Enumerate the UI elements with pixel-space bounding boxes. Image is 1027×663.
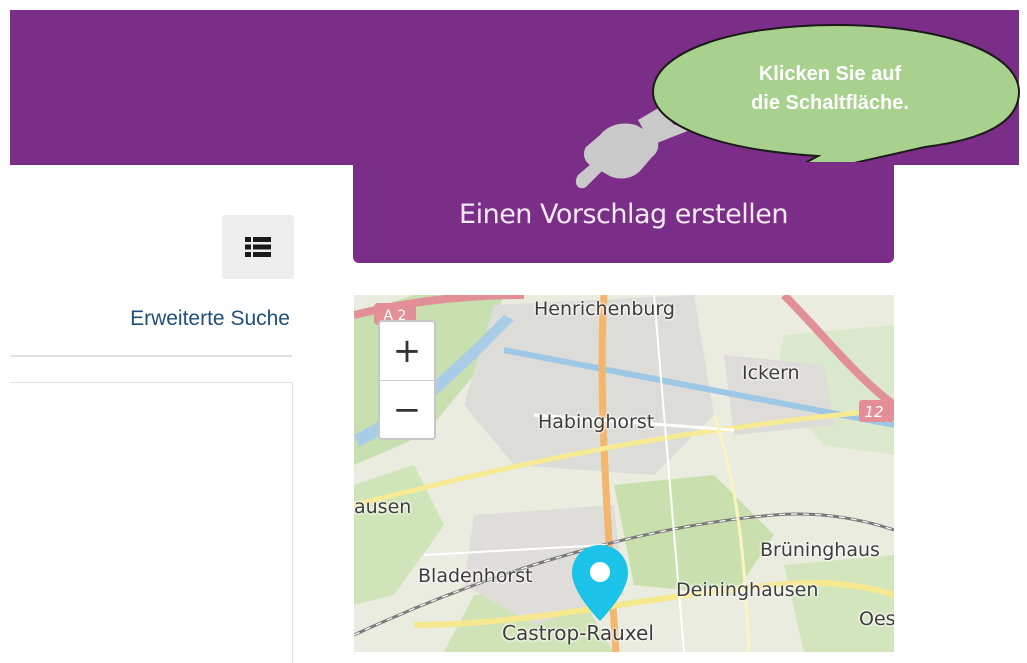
callout-text: Klicken Sie auf die Schaltfläche.	[690, 60, 970, 118]
callout-line-1: Klicken Sie auf	[758, 63, 902, 85]
list-view-icon	[245, 237, 271, 257]
place-brueninghausen: Brüninghaus	[760, 539, 880, 561]
place-deininghausen: Deininghausen	[676, 579, 819, 601]
place-bladenhorst: Bladenhorst	[418, 565, 533, 587]
map-view[interactable]: A 2 12 Henrichenburg Ickern Habinghorst …	[354, 295, 894, 652]
callout-line-2: die Schaltfläche.	[751, 92, 909, 114]
place-ickern: Ickern	[742, 362, 800, 384]
place-habinghorst: Habinghorst	[538, 411, 655, 433]
results-panel	[10, 382, 293, 663]
list-view-button[interactable]	[222, 215, 294, 279]
map-marker-icon[interactable]	[570, 543, 630, 623]
zoom-control: + −	[378, 320, 436, 440]
road-badge-12: 12	[864, 403, 883, 421]
place-henrichenburg: Henrichenburg	[534, 298, 675, 320]
place-oes: Oes	[859, 608, 894, 630]
zoom-out-button[interactable]: −	[380, 381, 434, 439]
advanced-search-link[interactable]: Erweiterte Suche	[60, 307, 290, 331]
divider	[10, 355, 292, 357]
place-ausen: ausen	[354, 496, 412, 518]
place-castrop-rauxel: Castrop-Rauxel	[502, 621, 654, 645]
zoom-in-button[interactable]: +	[380, 322, 434, 381]
create-proposal-label: Einen Vorschlag erstellen	[459, 199, 788, 230]
